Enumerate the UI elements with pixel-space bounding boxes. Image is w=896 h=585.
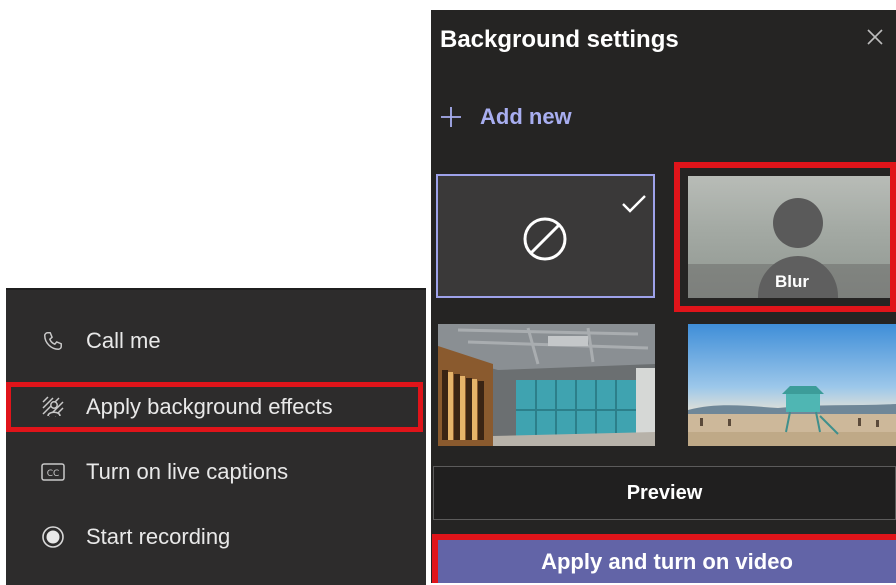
menu-item-call-me[interactable]: Call me: [6, 321, 426, 361]
background-effects-icon: [38, 392, 68, 422]
phone-icon: [38, 326, 68, 356]
cc-icon: CC: [38, 457, 68, 487]
menu-item-label: Call me: [86, 328, 161, 353]
menu-item-label: Apply background effects: [86, 394, 333, 419]
close-icon[interactable]: [862, 24, 888, 50]
svg-text:CC: CC: [47, 469, 60, 479]
menu-item-turn-on-live-captions[interactable]: CC Turn on live captions: [6, 452, 426, 492]
apply-and-turn-on-video-button[interactable]: Apply and turn on video: [432, 534, 896, 583]
add-new-label: Add new: [480, 104, 572, 129]
menu-item-label: Turn on live captions: [86, 459, 289, 484]
background-tile-office[interactable]: [438, 324, 655, 446]
panel-title: Background settings: [440, 26, 679, 53]
background-tile-blur[interactable]: Blur: [688, 176, 896, 298]
blur-label: Blur: [775, 272, 809, 291]
background-tile-none[interactable]: [436, 174, 655, 298]
preview-button[interactable]: Preview: [433, 466, 896, 520]
person-silhouette: [773, 198, 823, 248]
beach-background-image: [688, 324, 896, 446]
add-new-button[interactable]: Add new: [440, 102, 572, 132]
checkmark-icon: [621, 194, 647, 219]
menu-item-apply-background-effects[interactable]: Apply background effects: [6, 387, 426, 427]
menu-item-start-recording[interactable]: Start recording: [6, 517, 426, 557]
record-icon: [38, 522, 68, 552]
no-background-icon: [522, 216, 568, 267]
menu-item-label: Start recording: [86, 524, 231, 549]
office-background-image: [438, 324, 655, 446]
more-actions-menu: Call me Apply background effects CC Turn…: [6, 288, 426, 585]
plus-icon: [440, 106, 462, 128]
background-tile-beach[interactable]: [688, 324, 896, 446]
